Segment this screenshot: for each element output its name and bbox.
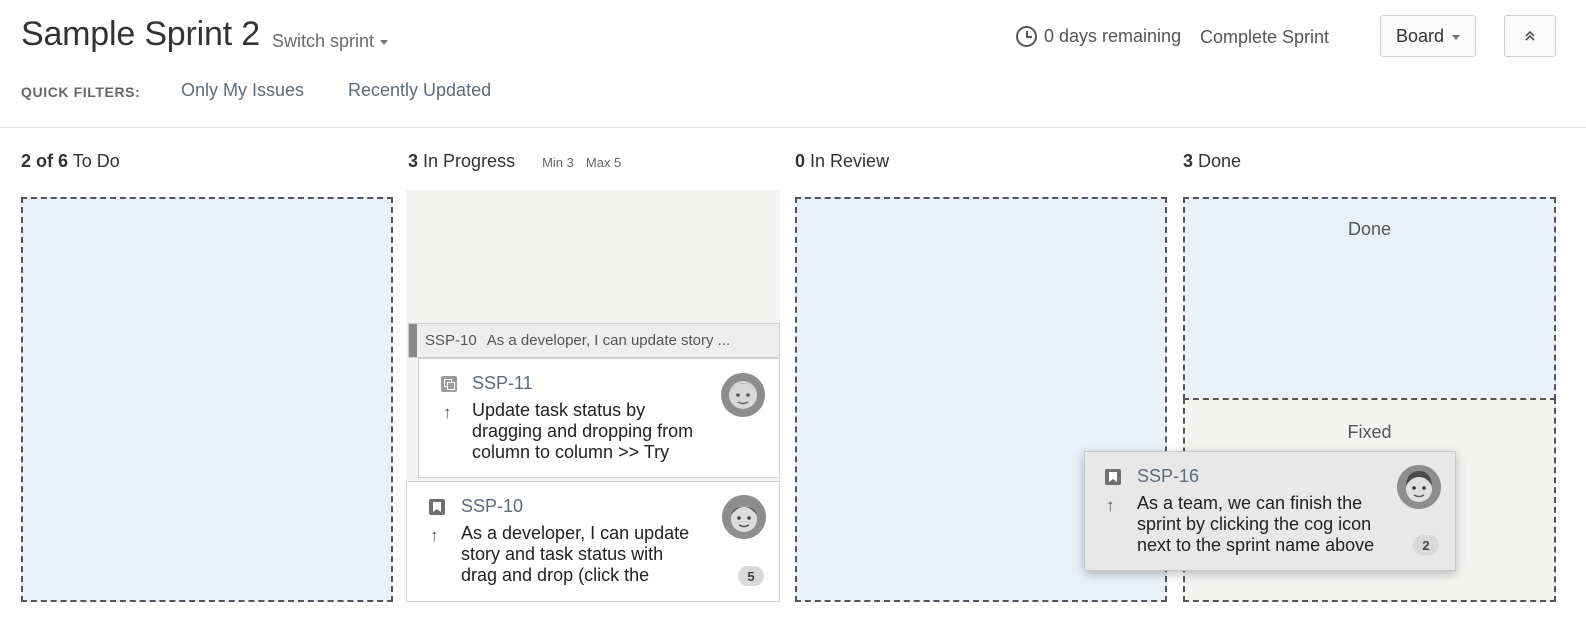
- avatar: [722, 495, 766, 539]
- column-header-todo: 2 of 6 To Do: [21, 151, 120, 172]
- issue-key: SSP-16: [1137, 466, 1200, 486]
- switch-sprint-dropdown[interactable]: Switch sprint: [272, 31, 389, 52]
- summary-line: drag and drop (click the: [461, 565, 650, 585]
- column-header-in-review: 0 In Review: [795, 151, 889, 172]
- column-header-done: 3 Done: [1183, 151, 1241, 172]
- issue-card[interactable]: SSP-11 ↑ Update task status by dragging …: [418, 358, 780, 478]
- board-dropdown-button[interactable]: Board: [1380, 15, 1476, 57]
- issue-card[interactable]: SSP-10 ↑ As a developer, I can update st…: [406, 481, 780, 602]
- summary-line: As a team, we can finish the: [1137, 493, 1363, 513]
- avatar: [721, 373, 765, 417]
- drop-zone-label-done: Done: [1347, 219, 1392, 239]
- board-button-label: Board: [1395, 25, 1445, 46]
- quick-filter-recently-updated[interactable]: Recently Updated: [348, 80, 491, 101]
- story-points-badge: 5: [738, 566, 764, 586]
- drop-zone-label-fixed: Fixed: [1347, 422, 1392, 442]
- summary-line: dragging and dropping from: [472, 421, 694, 441]
- avatar: [1397, 465, 1441, 509]
- swimlane-issue-key: SSP-10: [425, 332, 477, 349]
- summary-line: column to column >> Try: [472, 442, 670, 462]
- days-remaining-text: 0 days remaining: [1044, 26, 1182, 46]
- swimlane-summary: As a developer, I can update story ...: [486, 332, 731, 349]
- done-status-drop-zone[interactable]: Done: [1183, 197, 1556, 400]
- arrow-up-icon: ↑: [1106, 496, 1115, 515]
- column-count: 3: [408, 151, 419, 171]
- summary-line: Update task status by: [472, 400, 646, 420]
- issue-summary: As a developer, I can update story and t…: [461, 523, 721, 586]
- issue-summary: Update task status by dragging and dropp…: [472, 400, 722, 463]
- column-count: 3: [1183, 151, 1194, 171]
- page-title: Sample Sprint 2: [21, 15, 260, 53]
- summary-line: As a developer, I can update: [461, 523, 690, 543]
- column-header-in-progress: 3 In Progress Min 3 Max 5: [408, 151, 621, 172]
- summary-line: sprint by clicking the cog icon: [1137, 514, 1372, 534]
- summary-line: next to the sprint name above: [1137, 535, 1375, 555]
- issue-key: SSP-10: [461, 496, 524, 516]
- collapse-header-button[interactable]: [1504, 15, 1556, 57]
- issue-summary: As a team, we can finish the sprint by c…: [1137, 493, 1397, 556]
- story-icon: [429, 499, 445, 515]
- board-header: Sample Sprint 2 Switch sprint 0 days rem…: [0, 0, 1586, 128]
- avatar-face-icon: [722, 495, 766, 539]
- switch-sprint-label: Switch sprint: [272, 31, 375, 51]
- column-name: In Progress: [423, 151, 516, 171]
- column-min-limit: Min 3: [542, 155, 574, 170]
- quick-filters-label: QUICK FILTERS:: [21, 84, 141, 100]
- avatar-face-icon: [721, 373, 765, 417]
- todo-drop-zone[interactable]: [21, 197, 393, 602]
- issue-key: SSP-11: [472, 373, 533, 393]
- complete-sprint-link[interactable]: Complete Sprint: [1200, 27, 1329, 48]
- summary-line: story and task status with: [461, 544, 664, 564]
- column-name: To Do: [72, 151, 120, 171]
- subtask-icon: [441, 376, 457, 392]
- column-max-limit: Max 5: [585, 155, 622, 170]
- chevron-down-icon: [1452, 34, 1461, 40]
- quick-filter-only-my-issues[interactable]: Only My Issues: [181, 80, 304, 101]
- arrow-up-icon: ↑: [443, 403, 452, 422]
- swimlane-header[interactable]: SSP-10 As a developer, I can update stor…: [408, 323, 780, 358]
- avatar-face-icon: [1397, 465, 1441, 509]
- column-count: 0: [795, 151, 806, 171]
- story-points-badge: 2: [1413, 535, 1439, 555]
- column-name: In Review: [810, 151, 890, 171]
- chevron-down-icon: [380, 40, 389, 45]
- column-name: Done: [1198, 151, 1242, 171]
- double-chevron-up-icon: [1525, 30, 1535, 41]
- column-count: 2 of 6: [21, 151, 69, 171]
- story-icon: [1105, 469, 1121, 485]
- clock-icon: [1016, 26, 1037, 47]
- sprint-time-remaining: 0 days remaining: [1016, 26, 1181, 47]
- arrow-up-icon: ↑: [430, 526, 439, 545]
- dragged-issue-card[interactable]: SSP-16 ↑ As a team, we can finish the sp…: [1084, 451, 1456, 571]
